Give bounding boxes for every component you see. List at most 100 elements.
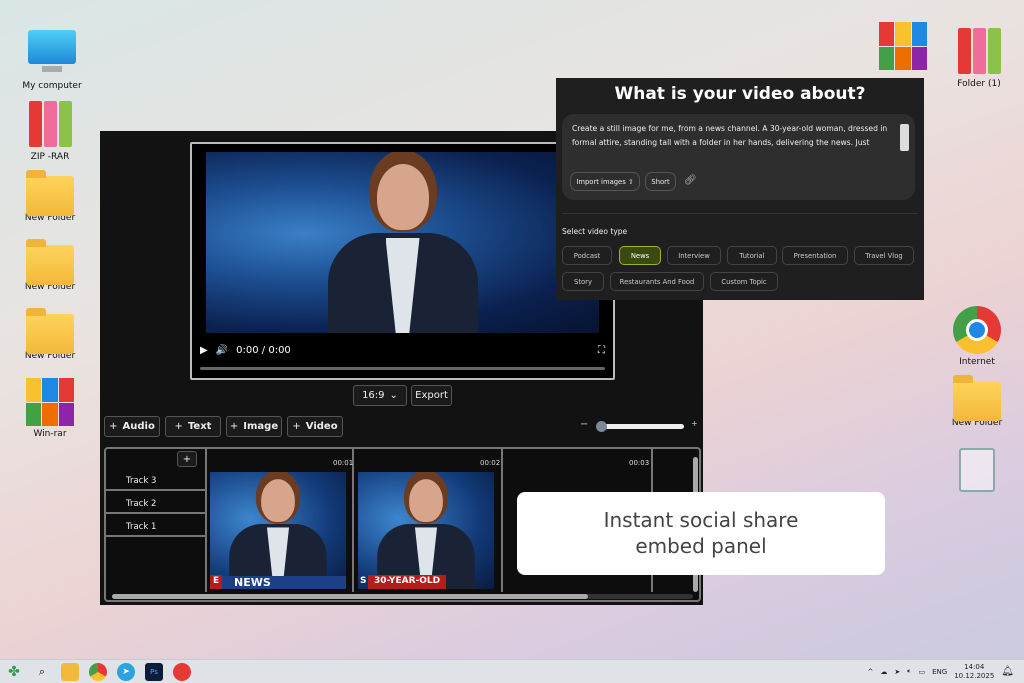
cloud-icon[interactable]: ☁ bbox=[880, 668, 887, 676]
desktop-icon-my-computer[interactable]: My computer bbox=[15, 30, 89, 91]
select-type-label: Select video type bbox=[562, 227, 628, 236]
caption-line: Instant social share bbox=[603, 508, 799, 532]
type-news[interactable]: News bbox=[619, 246, 661, 265]
label: Video bbox=[305, 421, 338, 432]
winrar-icon bbox=[879, 22, 927, 70]
track-1[interactable]: Track 1 bbox=[106, 515, 205, 537]
desktop-icon-new-folder[interactable]: New Folder bbox=[13, 170, 87, 223]
export-button[interactable]: Export bbox=[411, 385, 452, 406]
type-interview[interactable]: Interview bbox=[667, 246, 721, 265]
folder-icon bbox=[26, 308, 74, 354]
add-image-button[interactable]: + Image bbox=[226, 416, 282, 437]
start-icon[interactable]: ✤ bbox=[5, 663, 23, 681]
aspect-value: 16:9 bbox=[362, 390, 385, 401]
desktop-icon-zip-rar[interactable]: ZIP -RAR bbox=[13, 101, 87, 162]
app-icon[interactable] bbox=[173, 662, 191, 681]
chrome-icon bbox=[953, 306, 1001, 354]
desktop-icon-new-folder[interactable]: New Folder bbox=[13, 308, 87, 361]
recycle-bin-icon[interactable] bbox=[940, 448, 1014, 495]
feature-caption: Instant social share embed panel bbox=[517, 492, 885, 575]
label: Import images bbox=[576, 177, 626, 186]
label: Text bbox=[187, 421, 212, 432]
video-prompt-panel: What is your video about? Create a still… bbox=[556, 78, 924, 300]
add-video-button[interactable]: + Video bbox=[287, 416, 343, 437]
divider bbox=[562, 213, 918, 214]
prompt-text: Create a still image for me, from a news… bbox=[572, 124, 888, 147]
desktop-icon-winrar[interactable] bbox=[866, 22, 940, 73]
prompt-textarea[interactable]: Create a still image for me, from a news… bbox=[562, 114, 915, 200]
timeline-clip[interactable]: S 30-YEAR-OLD bbox=[358, 472, 494, 589]
zoom-slider[interactable] bbox=[596, 421, 684, 432]
telegram-tray-icon[interactable]: ➤ bbox=[894, 668, 900, 676]
timestamp: 00:03 bbox=[629, 459, 650, 467]
notification-bell-icon[interactable]: 🔔︎ bbox=[1001, 666, 1014, 677]
add-track-button[interactable]: + bbox=[177, 451, 197, 467]
aspect-ratio-select[interactable]: 16:9 ⌄ bbox=[353, 385, 407, 406]
date: 10.12.2025 bbox=[954, 671, 995, 680]
network-icon[interactable]: ▭ bbox=[918, 668, 925, 676]
desktop-icon-win-rar[interactable]: Win-rar bbox=[13, 378, 87, 439]
volume-icon[interactable]: 🔈︎ bbox=[907, 667, 911, 676]
desktop-icon-internet[interactable]: Internet bbox=[940, 306, 1014, 367]
desktop-icon-new-folder[interactable]: New Folder bbox=[13, 239, 87, 292]
photoshop-icon[interactable]: Ps bbox=[145, 662, 163, 681]
file-explorer-icon[interactable] bbox=[61, 662, 79, 681]
add-audio-button[interactable]: + Audio bbox=[104, 416, 160, 437]
link-icon[interactable]: 🔗︎ bbox=[684, 174, 697, 188]
clip-caption-prefix: E bbox=[210, 575, 223, 589]
type-custom-topic[interactable]: Custom Topic bbox=[710, 272, 778, 291]
type-story[interactable]: Story bbox=[562, 272, 604, 291]
clip-caption: NEWS bbox=[234, 576, 271, 589]
winrar-icon bbox=[26, 378, 74, 426]
timeline-clip[interactable]: NEWS E bbox=[210, 472, 346, 589]
folder-icon bbox=[953, 375, 1001, 421]
short-button[interactable]: Short bbox=[645, 172, 676, 191]
type-presentation[interactable]: Presentation bbox=[782, 246, 848, 265]
taskbar: ✤ ⌕ ➤ Ps ^ ☁ ➤ 🔈︎ ▭ ENG 14:04 10.12.2025 … bbox=[0, 659, 1024, 683]
label: Internet bbox=[959, 357, 995, 367]
fullscreen-icon[interactable]: ⛶ bbox=[598, 345, 605, 356]
caption-line: embed panel bbox=[635, 534, 767, 558]
chevron-up-icon[interactable]: ^ bbox=[868, 668, 874, 676]
type-podcast[interactable]: Podcast bbox=[562, 246, 612, 265]
volume-icon[interactable]: 🔊 bbox=[216, 345, 228, 356]
clock[interactable]: 14:04 10.12.2025 bbox=[954, 663, 994, 681]
label: ZIP -RAR bbox=[30, 152, 70, 162]
language-indicator[interactable]: ENG bbox=[932, 668, 947, 676]
seek-bar[interactable] bbox=[200, 367, 605, 370]
binders-icon bbox=[26, 101, 74, 149]
label: My computer bbox=[22, 81, 82, 91]
import-images-button[interactable]: Import images ⇧ bbox=[570, 172, 640, 191]
desktop-icon-new-folder[interactable]: New Folder bbox=[940, 375, 1014, 428]
monitor-icon bbox=[28, 30, 76, 78]
time-display: 0:00 / 0:00 bbox=[236, 344, 291, 356]
label: Win-rar bbox=[33, 429, 67, 439]
zoom-in-icon[interactable]: + bbox=[691, 419, 698, 428]
horizontal-scrollbar[interactable] bbox=[112, 594, 693, 599]
desktop-icon-folder-1[interactable]: Folder (1) bbox=[942, 28, 1016, 89]
label: Folder (1) bbox=[957, 79, 1001, 89]
binders-icon bbox=[955, 28, 1003, 76]
search-icon[interactable]: ⌕ bbox=[33, 663, 51, 681]
news-anchor-image bbox=[327, 158, 478, 333]
video-player: ▶ 🔊 0:00 / 0:00 ⛶ bbox=[190, 142, 615, 380]
play-icon[interactable]: ▶ bbox=[200, 345, 208, 356]
plus-icon: + bbox=[109, 421, 118, 432]
chrome-icon[interactable] bbox=[89, 662, 107, 681]
timestamp: 00:01 bbox=[333, 459, 354, 467]
type-tutorial[interactable]: Tutorial bbox=[727, 246, 777, 265]
folder-icon bbox=[26, 170, 74, 216]
folder-icon bbox=[26, 239, 74, 285]
add-text-button[interactable]: + Text bbox=[165, 416, 221, 437]
plus-icon: + bbox=[292, 421, 301, 432]
plus-icon: + bbox=[229, 421, 239, 432]
type-restaurants-and-food[interactable]: Restaurants And Food bbox=[610, 272, 704, 291]
type-travel-vlog[interactable]: Travel Vlog bbox=[854, 246, 914, 265]
zoom-out-icon[interactable]: − bbox=[580, 419, 588, 430]
track-2[interactable]: Track 2 bbox=[106, 492, 205, 514]
label: Audio bbox=[122, 421, 155, 432]
video-preview bbox=[206, 152, 599, 333]
telegram-icon[interactable]: ➤ bbox=[117, 662, 135, 681]
track-3[interactable]: Track 3 bbox=[106, 469, 205, 491]
textarea-scrollbar[interactable] bbox=[900, 124, 909, 151]
